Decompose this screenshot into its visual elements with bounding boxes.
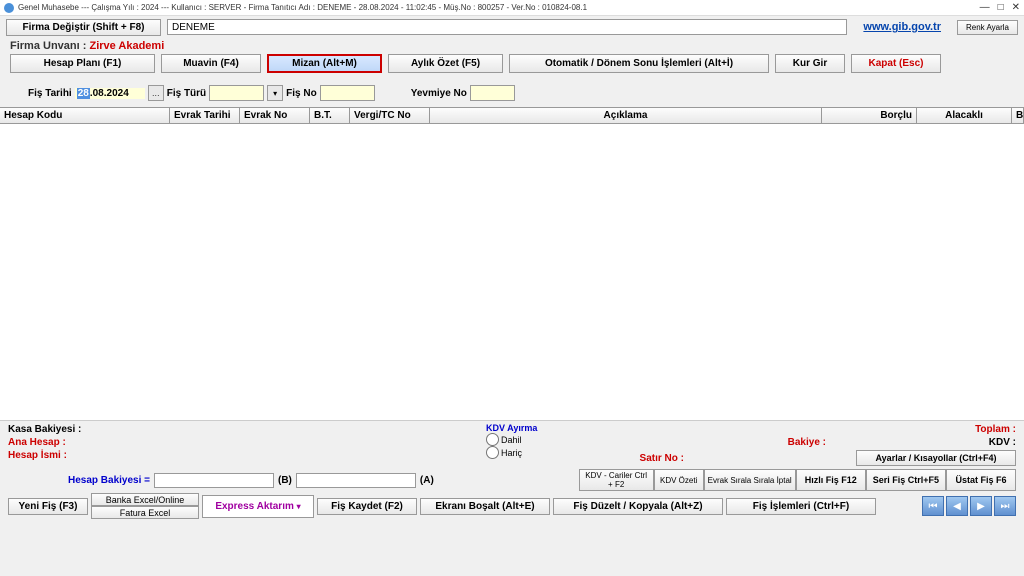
toplam-label: Toplam : xyxy=(936,424,1016,435)
filters-row: Fiş Tarihi 28.08.2024 … Fiş Türü ▾ Fiş N… xyxy=(0,75,1024,107)
app-icon xyxy=(4,3,14,13)
hesap-bakiyesi-label: Hesap Bakiyesi = xyxy=(68,475,150,486)
fatura-excel-button[interactable]: Fatura Excel xyxy=(91,506,199,519)
close-icon[interactable]: ✕ xyxy=(1012,2,1020,13)
ekrani-bosalt-button[interactable]: Ekranı Boşalt (Alt+E) xyxy=(420,498,550,515)
muavin-button[interactable]: Muavin (F4) xyxy=(161,54,261,73)
minimize-icon[interactable]: — xyxy=(980,2,990,13)
date-day-selected: 28 xyxy=(77,88,90,99)
aylik-ozet-button[interactable]: Aylık Özet (F5) xyxy=(388,54,503,73)
seri-fis-button[interactable]: Seri Fiş Ctrl+F5 xyxy=(866,469,946,491)
maximize-icon[interactable]: □ xyxy=(998,2,1004,13)
kur-gir-button[interactable]: Kur Gir xyxy=(775,54,845,73)
otomatik-islemler-button[interactable]: Otomatik / Dönem Sonu İşlemleri (Alt+İ) xyxy=(509,54,769,73)
ayarlar-button[interactable]: Ayarlar / Kısayollar (Ctrl+F4) xyxy=(856,450,1016,466)
footer-left-labels: Kasa Bakiyesi : Ana Hesap : Hesap İsmi : xyxy=(8,423,478,467)
kdv-dahil-radio[interactable] xyxy=(486,433,499,446)
bakiye-a-input[interactable] xyxy=(296,473,416,488)
footer-row2: Hesap Bakiyesi = (B) (A) KDV - Cariler C… xyxy=(8,469,1016,491)
banka-excel-button[interactable]: Banka Excel/Online xyxy=(91,493,199,506)
bakiye-label: Bakiye : xyxy=(746,437,826,448)
fis-no-input[interactable] xyxy=(320,85,375,101)
kdv-haric-radio[interactable] xyxy=(486,446,499,459)
grid-header: Hesap Kodu Evrak Tarihi Evrak No B.T. Ve… xyxy=(0,107,1024,124)
hizli-fis-button[interactable]: Hızlı Fiş F12 xyxy=(796,469,866,491)
kdv-label: KDV : xyxy=(966,437,1016,448)
yeni-fis-button[interactable]: Yeni Fiş (F3) xyxy=(8,498,88,515)
col-vergi-tc[interactable]: Vergi/TC No xyxy=(350,108,430,123)
kdv-ayirma-title: KDV Ayırma xyxy=(486,423,596,433)
footer-row3: Yeni Fiş (F3) Banka Excel/Online Fatura … xyxy=(8,493,1016,519)
nav-last-button[interactable]: ⏭ xyxy=(994,496,1016,516)
kdv-cariler-button[interactable]: KDV - Cariler Ctrl + F2 xyxy=(579,469,654,491)
gib-link[interactable]: www.gib.gov.tr xyxy=(863,21,941,33)
express-aktarim-button[interactable]: Express Aktarım ▾ xyxy=(202,495,314,518)
fis-kaydet-button[interactable]: Fiş Kaydet (F2) xyxy=(317,498,417,515)
a-label: (A) xyxy=(420,475,434,486)
main-buttons: Hesap Planı (F1) Muavin (F4) Mizan (Alt+… xyxy=(0,52,1024,75)
kdv-haric-label: Hariç xyxy=(501,448,522,458)
fis-turu-label: Fiş Türü xyxy=(167,88,206,99)
evrak-sirala-button[interactable]: Evrak Sırala Sırala İptal xyxy=(704,469,796,491)
col-bt[interactable]: B.T. xyxy=(310,108,350,123)
small-buttons: KDV - Cariler Ctrl + F2 KDV Özeti Evrak … xyxy=(579,469,1016,491)
kasa-bakiyesi-label: Kasa Bakiyesi : xyxy=(8,423,478,436)
satir-no-label: Satır No : xyxy=(604,453,684,464)
titlebar: Genel Muhasebe --- Çalışma Yılı : 2024 -… xyxy=(0,0,1024,16)
b-label: (B) xyxy=(278,475,292,486)
nav-buttons: ⏮ ◀ ▶ ⏭ xyxy=(922,496,1016,516)
fis-islemleri-button[interactable]: Fiş İşlemleri (Ctrl+F) xyxy=(726,498,876,515)
ana-hesap-label: Ana Hesap : xyxy=(8,436,478,449)
company-input[interactable] xyxy=(167,19,847,35)
fis-tarihi-label: Fiş Tarihi xyxy=(28,88,72,99)
hesap-ismi-label: Hesap İsmi : xyxy=(8,449,478,462)
fis-no-label: Fiş No xyxy=(286,88,317,99)
firm-label: Firma Unvanı : xyxy=(10,40,86,52)
topbar: Firma Değiştir (Shift + F8) www.gib.gov.… xyxy=(0,16,1024,38)
col-b[interactable]: B xyxy=(1012,108,1024,123)
kdv-ozeti-button[interactable]: KDV Özeti xyxy=(654,469,704,491)
date-picker-button[interactable]: … xyxy=(148,85,164,101)
footer: Kasa Bakiyesi : Ana Hesap : Hesap İsmi :… xyxy=(0,421,1024,521)
col-evrak-no[interactable]: Evrak No xyxy=(240,108,310,123)
fis-turu-dropdown-button[interactable]: ▾ xyxy=(267,85,283,101)
footer-totals: Toplam : Bakiye : KDV : Satır No : Ayarlar… xyxy=(604,423,1016,467)
firm-row: Firma Unvanı : Zirve Akademi xyxy=(0,40,1024,52)
titlebar-text: Genel Muhasebe --- Çalışma Yılı : 2024 -… xyxy=(18,3,587,12)
yevmiye-no-label: Yevmiye No xyxy=(411,88,467,99)
fis-turu-input[interactable] xyxy=(209,85,264,101)
grid-body[interactable] xyxy=(0,124,1024,421)
col-borclu[interactable]: Borçlu xyxy=(822,108,917,123)
col-alacakli[interactable]: Alacaklı xyxy=(917,108,1012,123)
fis-duzelt-button[interactable]: Fiş Düzelt / Kopyala (Alt+Z) xyxy=(553,498,723,515)
col-evrak-tarihi[interactable]: Evrak Tarihi xyxy=(170,108,240,123)
firm-name: Zirve Akademi xyxy=(89,40,164,52)
nav-first-button[interactable]: ⏮ xyxy=(922,496,944,516)
kdv-dahil-label: Dahil xyxy=(501,435,522,445)
col-aciklama[interactable]: Açıklama xyxy=(430,108,822,123)
nav-prev-button[interactable]: ◀ xyxy=(946,496,968,516)
bakiye-b-input[interactable] xyxy=(154,473,274,488)
firma-degistir-button[interactable]: Firma Değiştir (Shift + F8) xyxy=(6,19,161,36)
renk-ayarla-button[interactable]: Renk Ayarla xyxy=(957,20,1018,35)
kdv-ayirma-group: KDV Ayırma Dahil Hariç xyxy=(486,423,596,467)
excel-buttons: Banka Excel/Online Fatura Excel xyxy=(91,493,199,519)
hesap-plani-button[interactable]: Hesap Planı (F1) xyxy=(10,54,155,73)
fis-tarihi-input[interactable]: 28.08.2024 xyxy=(75,88,145,99)
yevmiye-no-input[interactable] xyxy=(470,85,515,101)
mizan-button[interactable]: Mizan (Alt+M) xyxy=(267,54,382,73)
window-controls: — □ ✕ xyxy=(980,2,1020,13)
col-hesap-kodu[interactable]: Hesap Kodu xyxy=(0,108,170,123)
ustat-fis-button[interactable]: Üstat Fiş F6 xyxy=(946,469,1016,491)
footer-top: Kasa Bakiyesi : Ana Hesap : Hesap İsmi :… xyxy=(8,423,1016,467)
nav-next-button[interactable]: ▶ xyxy=(970,496,992,516)
kapat-button[interactable]: Kapat (Esc) xyxy=(851,54,941,73)
date-rest: .08.2024 xyxy=(90,88,129,99)
